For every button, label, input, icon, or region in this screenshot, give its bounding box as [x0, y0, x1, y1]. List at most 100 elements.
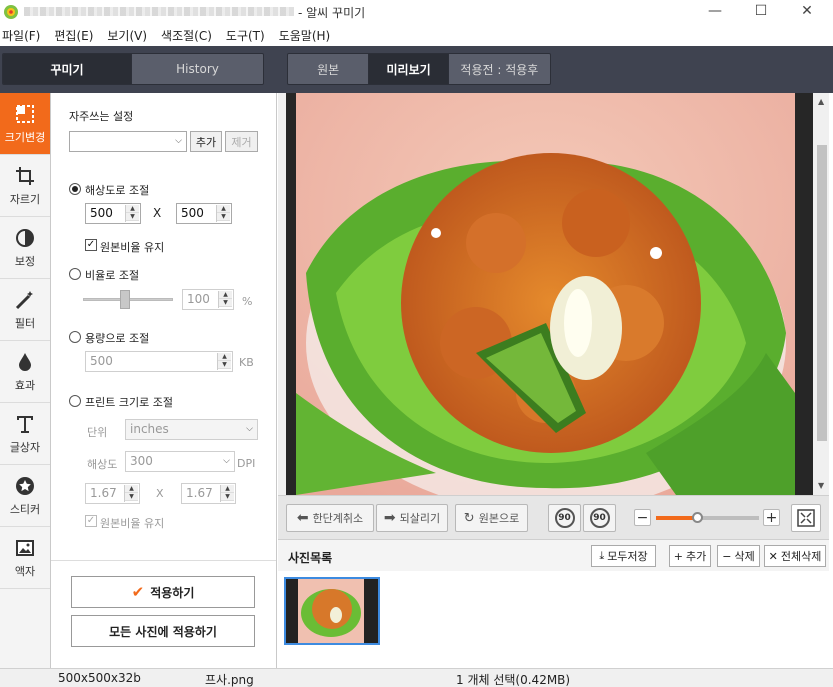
ratio-label: 비율로 조절 — [85, 269, 140, 282]
height-input[interactable]: 500 ▲ ▼ — [176, 203, 232, 224]
tab-original[interactable]: 원본 — [288, 54, 370, 84]
title-bar: - 알씨 꾸미기 — ☐ ✕ — [0, 0, 833, 24]
print-keep-ratio-checkbox[interactable]: ✓ — [85, 515, 97, 527]
delete-all-button[interactable]: ✕ 전체삭제 — [764, 545, 826, 567]
save-all-button[interactable]: ⤓ 모두저장 — [591, 545, 656, 567]
add-photo-button[interactable]: + 추가 — [669, 545, 711, 567]
unit-select[interactable]: inches ⌵ — [125, 419, 258, 440]
app-logo-icon — [4, 5, 18, 19]
zoom-slider-fill — [656, 516, 697, 520]
delete-photo-button[interactable]: − 삭제 — [717, 545, 760, 567]
menu-tools[interactable]: 도구(T) — [224, 27, 267, 44]
add-photo-label: 추가 — [685, 550, 707, 563]
rotate-right-button[interactable]: 90 — [583, 504, 616, 532]
rail-item-resize[interactable]: 크기변경 — [0, 93, 50, 155]
menu-color[interactable]: 색조절(C) — [159, 27, 214, 44]
photo-list — [278, 571, 829, 668]
rotate-left-button[interactable]: 90 — [548, 504, 581, 532]
maximize-button[interactable]: ☐ — [738, 0, 784, 24]
ratio-stepper[interactable]: ▲ ▼ — [218, 291, 232, 308]
ratio-input[interactable]: 100 ▲ ▼ — [182, 289, 234, 310]
add-favorite-button[interactable]: 추가 — [190, 131, 222, 152]
width-input[interactable]: 500 ▲ ▼ — [85, 203, 141, 224]
zoom-out-button[interactable]: − — [634, 509, 651, 526]
rail-item-text[interactable]: 글상자 — [0, 403, 50, 465]
photo-thumbnail[interactable] — [284, 577, 380, 645]
close-button[interactable]: ✕ — [784, 0, 830, 24]
rail-item-frame[interactable]: 액자 — [0, 527, 50, 589]
food-photo-image — [296, 93, 795, 495]
rail-label-frame: 액자 — [14, 565, 36, 578]
scroll-thumb[interactable] — [817, 145, 827, 441]
tab-history[interactable]: History — [132, 54, 263, 84]
size-input[interactable]: 500 ▲ ▼ — [85, 351, 233, 372]
zoom-in-button[interactable]: + — [763, 509, 780, 526]
radio-resolution[interactable] — [69, 183, 81, 195]
scroll-up-icon[interactable]: ▲ — [818, 97, 824, 106]
revert-icon: ↻ — [463, 510, 475, 526]
print-height-input[interactable]: 1.67 ▲ ▼ — [181, 483, 236, 504]
height-stepper[interactable]: ▲ ▼ — [216, 205, 230, 222]
menu-bar: 파일(F) 편집(E) 보기(V) 색조절(C) 도구(T) 도움말(H) — [0, 24, 833, 46]
title-filename-blurred — [24, 7, 294, 16]
redo-label: 되살리기 — [399, 512, 441, 525]
menu-file[interactable]: 파일(F) — [0, 27, 42, 44]
print-width-input[interactable]: 1.67 ▲ ▼ — [85, 483, 140, 504]
print-resolution-value: 300 — [130, 454, 153, 468]
keep-ratio-label: 원본비율 유지 — [100, 241, 165, 254]
width-stepper[interactable]: ▲ ▼ — [125, 205, 139, 222]
rail-item-filter[interactable]: 필터 — [0, 279, 50, 341]
status-selection: 1 개체 선택(0.42MB) — [456, 673, 571, 687]
rail-label-adjust: 보정 — [14, 255, 36, 268]
apply-button[interactable]: ✔ 적용하기 — [71, 576, 255, 608]
rail-item-adjust[interactable]: 보정 — [0, 217, 50, 279]
remove-favorite-button[interactable]: 제거 — [225, 131, 258, 152]
print-width-stepper[interactable]: ▲ ▼ — [124, 485, 138, 502]
zoom-slider-track[interactable] — [656, 512, 759, 523]
zoom-slider-thumb[interactable] — [692, 512, 703, 523]
ratio-slider-thumb[interactable] — [120, 290, 130, 309]
status-filename: 프사.png — [205, 673, 254, 687]
print-resolution-select[interactable]: 300 ⌵ — [125, 451, 235, 472]
mode-toolbar: 꾸미기 History 원본 미리보기 적용전 : 적용후 — [0, 46, 833, 93]
photo-list-header: 사진목록 ⤓ 모두저장 + 추가 − 삭제 ✕ 전체삭제 — [278, 539, 829, 571]
size-value: 500 — [90, 354, 113, 368]
rail-item-crop[interactable]: 자르기 — [0, 155, 50, 217]
rail-item-sticker[interactable]: 스티커 — [0, 465, 50, 527]
print-resolution-unit: DPI — [237, 457, 256, 470]
revert-label: 원본으로 — [478, 512, 520, 525]
apply-all-button[interactable]: 모든 사진에 적용하기 — [71, 615, 255, 647]
photo-preview[interactable] — [296, 93, 795, 495]
print-height-stepper[interactable]: ▲ ▼ — [220, 485, 234, 502]
favorites-label: 자주쓰는 설정 — [69, 110, 134, 123]
save-all-label: 모두저장 — [607, 550, 648, 563]
rail-item-effect[interactable]: 효과 — [0, 341, 50, 403]
radio-ratio[interactable] — [69, 268, 81, 280]
radio-print[interactable] — [69, 395, 81, 407]
menu-view[interactable]: 보기(V) — [105, 27, 149, 44]
size-stepper[interactable]: ▲ ▼ — [217, 353, 231, 370]
undo-button[interactable]: ⬅ 한단계취소 — [286, 504, 374, 532]
chevron-down-icon: ⌵ — [246, 424, 253, 434]
revert-button[interactable]: ↻ 원본으로 — [455, 504, 528, 532]
tab-compare[interactable]: 적용전 : 적용후 — [448, 54, 550, 84]
minimize-button[interactable]: — — [692, 0, 738, 24]
menu-help[interactable]: 도움말(H) — [277, 27, 333, 44]
tab-decorate[interactable]: 꾸미기 — [3, 54, 133, 84]
scroll-down-icon[interactable]: ▼ — [818, 481, 824, 490]
ratio-unit: % — [242, 295, 253, 308]
delete-all-label: 전체삭제 — [780, 550, 822, 563]
menu-edit[interactable]: 편집(E) — [52, 27, 95, 44]
favorites-select[interactable]: ⌵ — [69, 131, 187, 152]
resize-settings-panel: 자주쓰는 설정 ⌵ 추가 제거 해상도로 조절 500 ▲ ▼ X 500 ▲ ▼ … — [51, 93, 277, 668]
keep-ratio-checkbox[interactable]: ✓ — [85, 239, 97, 251]
print-height-value: 1.67 — [186, 486, 213, 500]
fit-screen-button[interactable] — [791, 504, 821, 532]
radio-size[interactable] — [69, 331, 81, 343]
chevron-down-icon: ⌵ — [223, 456, 230, 466]
print-label: 프린트 크기로 조절 — [85, 396, 173, 409]
canvas-scrollbar[interactable]: ▲ ▼ — [815, 93, 829, 495]
redo-button[interactable]: ➡ 되살리기 — [376, 504, 448, 532]
tab-preview[interactable]: 미리보기 — [369, 54, 449, 84]
print-resolution-label: 해상도 — [87, 458, 118, 471]
